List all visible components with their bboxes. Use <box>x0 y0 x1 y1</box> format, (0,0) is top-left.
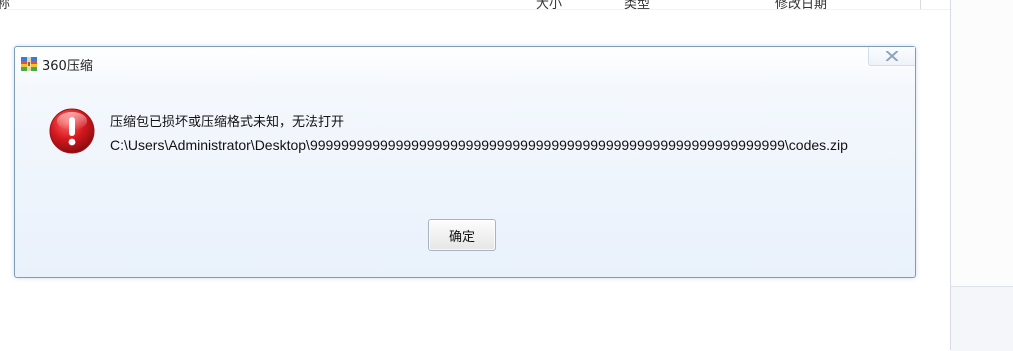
column-header-type[interactable]: 类型 <box>624 0 650 9</box>
archive-app-icon <box>21 56 37 71</box>
file-path: C:\Users\Administrator\Desktop\999999999… <box>110 137 848 153</box>
dialog-titlebar[interactable]: 360压缩 <box>15 47 915 77</box>
column-header-size[interactable]: 大小 <box>536 0 562 9</box>
close-button[interactable] <box>868 47 915 66</box>
ok-button[interactable]: 确定 <box>428 219 496 251</box>
error-icon <box>48 107 96 155</box>
dialog-title: 360压缩 <box>42 59 93 74</box>
error-message: 压缩包已损坏或压缩格式未知，无法打开 <box>110 115 345 130</box>
side-panel-lower <box>951 286 1013 351</box>
close-icon <box>886 51 898 61</box>
column-header-name[interactable]: 称 <box>0 0 10 9</box>
error-dialog: 360压缩 压缩包已损坏或压缩格式未知，无法打开 C:\Users\Admini… <box>14 46 916 278</box>
column-header-date[interactable]: 修改日期 <box>775 0 827 9</box>
column-divider <box>920 0 921 9</box>
file-list-header: 称 大小 类型 修改日期 <box>0 0 950 10</box>
